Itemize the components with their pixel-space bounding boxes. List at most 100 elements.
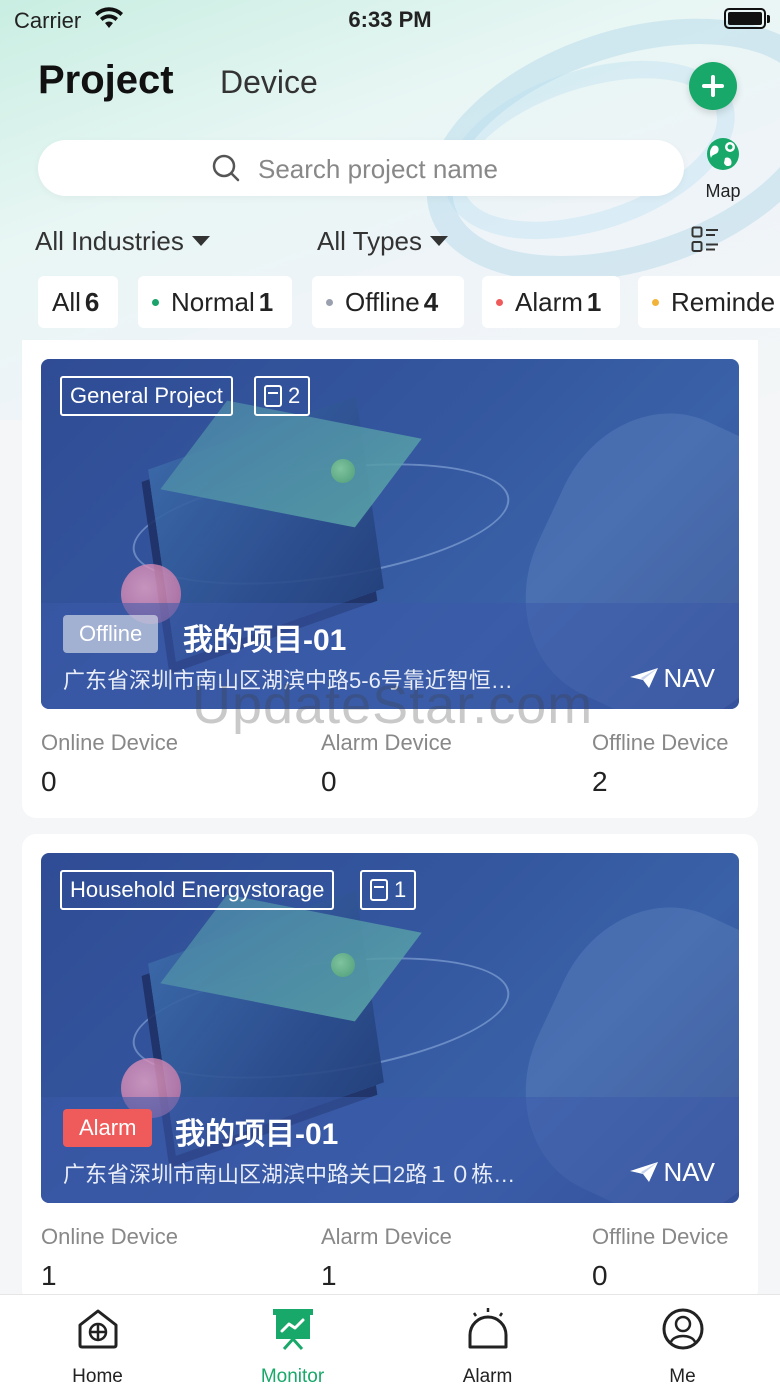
map-label: Map	[705, 181, 741, 201]
stat-label: Offline Device	[592, 730, 729, 755]
nav-label: NAV	[663, 663, 715, 693]
banner-info: Offline 我的项目-01 广东省深圳市南山区湖滨中路5-6号靠近智恒… N…	[41, 603, 739, 709]
project-name: 我的项目-01	[183, 624, 347, 657]
caret-down-icon	[430, 236, 449, 246]
status-bar: Carrier 6:33 PM	[0, 0, 780, 40]
status-dot	[152, 299, 159, 306]
type-filter[interactable]: All Types	[317, 226, 449, 257]
stat-label: Online Device	[41, 730, 178, 755]
tab-label: Home	[72, 1366, 123, 1387]
stat-value: 0	[321, 766, 337, 797]
device-count-tag: 2	[254, 376, 311, 416]
device-stats: Online Device 1 Alarm Device 1 Offline D…	[41, 1224, 739, 1294]
online-device-stat: Online Device 1	[41, 1224, 178, 1292]
chip-label: All	[52, 287, 81, 317]
chip-label: Reminde	[671, 287, 776, 317]
tab-project[interactable]: Project	[38, 58, 186, 121]
project-card[interactable]: Household Energystorage 1 Alarm 我的项目-01 …	[22, 834, 758, 1304]
status-dot	[652, 299, 659, 306]
project-card[interactable]: General Project 2 Offline 我的项目-01 广东省深圳市…	[22, 340, 758, 818]
filter-row: All Industries All Types	[35, 222, 755, 262]
device-icon	[370, 879, 388, 901]
tab-project-label: Project	[38, 58, 174, 102]
status-dot	[496, 299, 503, 306]
chip-all[interactable]: All 6	[38, 276, 118, 328]
chip-label: Alarm	[515, 287, 583, 317]
add-project-button[interactable]	[689, 62, 737, 110]
chip-label: Normal	[171, 287, 255, 317]
chip-normal[interactable]: Normal 1	[138, 276, 292, 328]
stat-label: Alarm Device	[321, 1224, 452, 1249]
chip-count: 4	[423, 287, 439, 317]
status-chips: All 6 Normal 1 Offline 4 Alarm 1 Reminde	[38, 276, 780, 328]
chip-label: Offline	[345, 287, 420, 317]
chip-offline[interactable]: Offline 4	[312, 276, 464, 328]
globe-icon	[707, 138, 739, 170]
chip-count: 6	[84, 287, 100, 317]
nav-button[interactable]: NAV	[629, 1157, 715, 1188]
type-filter-label: All Types	[317, 226, 423, 256]
offline-device-stat: Offline Device 0	[592, 1224, 729, 1292]
tab-alarm[interactable]: Alarm	[390, 1295, 585, 1387]
banner-decoration	[331, 459, 355, 483]
search-icon	[212, 154, 240, 182]
stat-value: 0	[41, 766, 57, 797]
chip-reminder[interactable]: Reminde	[638, 276, 780, 328]
user-icon	[662, 1308, 703, 1350]
chip-alarm[interactable]: Alarm 1	[482, 276, 620, 328]
list-view-icon[interactable]	[691, 226, 719, 254]
paper-plane-icon	[630, 668, 659, 688]
offline-device-stat: Offline Device 2	[592, 730, 729, 798]
clock: 6:33 PM	[348, 7, 432, 32]
battery-icon	[724, 8, 770, 29]
chip-count: 1	[586, 287, 602, 317]
tab-me[interactable]: Me	[585, 1295, 780, 1387]
bottom-tab-bar: Home Monitor Alarm Me	[0, 1294, 780, 1387]
tab-monitor[interactable]: Monitor	[195, 1295, 390, 1387]
stat-label: Alarm Device	[321, 730, 452, 755]
bell-icon	[468, 1308, 507, 1349]
tab-label: Monitor	[260, 1366, 325, 1387]
caret-down-icon	[191, 236, 210, 246]
industry-filter[interactable]: All Industries	[35, 226, 210, 257]
tab-label: Me	[669, 1366, 696, 1387]
project-address: 广东省深圳市南山区湖滨中路5-6号靠近智恒…	[63, 668, 513, 693]
tab-home[interactable]: Home	[0, 1295, 195, 1387]
project-banner[interactable]: Household Energystorage 1 Alarm 我的项目-01 …	[41, 853, 739, 1203]
device-count-tag: 1	[360, 870, 417, 910]
online-device-stat: Online Device 0	[41, 730, 178, 798]
project-type-tag: Household Energystorage	[60, 870, 335, 910]
status-badge: Alarm	[63, 1109, 153, 1147]
stat-value: 0	[592, 1260, 608, 1291]
device-icon	[264, 385, 282, 407]
paper-plane-icon	[630, 1162, 659, 1182]
stat-label: Online Device	[41, 1224, 178, 1249]
search-bar[interactable]: Search project name	[38, 140, 684, 196]
device-count: 2	[288, 383, 301, 408]
project-banner[interactable]: General Project 2 Offline 我的项目-01 广东省深圳市…	[41, 359, 739, 709]
project-address: 广东省深圳市南山区湖滨中路关口2路１０栋…	[63, 1162, 516, 1187]
alarm-device-stat: Alarm Device 0	[321, 730, 452, 798]
nav-button[interactable]: NAV	[629, 663, 715, 694]
project-name: 我的项目-01	[175, 1118, 339, 1151]
tab-device[interactable]: Device	[220, 64, 318, 101]
tab-label: Alarm	[462, 1366, 513, 1387]
search-input[interactable]: Search project name	[258, 154, 498, 185]
status-badge: Offline	[63, 615, 159, 653]
stat-label: Offline Device	[592, 1224, 729, 1249]
device-count: 1	[394, 877, 407, 902]
monitor-icon	[272, 1309, 313, 1351]
chip-count: 1	[258, 287, 274, 317]
banner-decoration	[331, 953, 355, 977]
stat-value: 1	[41, 1260, 57, 1291]
industry-filter-label: All Industries	[35, 226, 184, 256]
map-button[interactable]: Map	[700, 136, 746, 201]
stat-value: 2	[592, 766, 608, 797]
stat-value: 1	[321, 1260, 337, 1291]
home-icon	[78, 1309, 117, 1349]
project-type-tag: General Project	[60, 376, 233, 416]
banner-info: Alarm 我的项目-01 广东省深圳市南山区湖滨中路关口2路１０栋… NAV	[41, 1097, 739, 1203]
device-stats: Online Device 0 Alarm Device 0 Offline D…	[41, 730, 739, 800]
status-dot	[326, 299, 333, 306]
alarm-device-stat: Alarm Device 1	[321, 1224, 452, 1292]
